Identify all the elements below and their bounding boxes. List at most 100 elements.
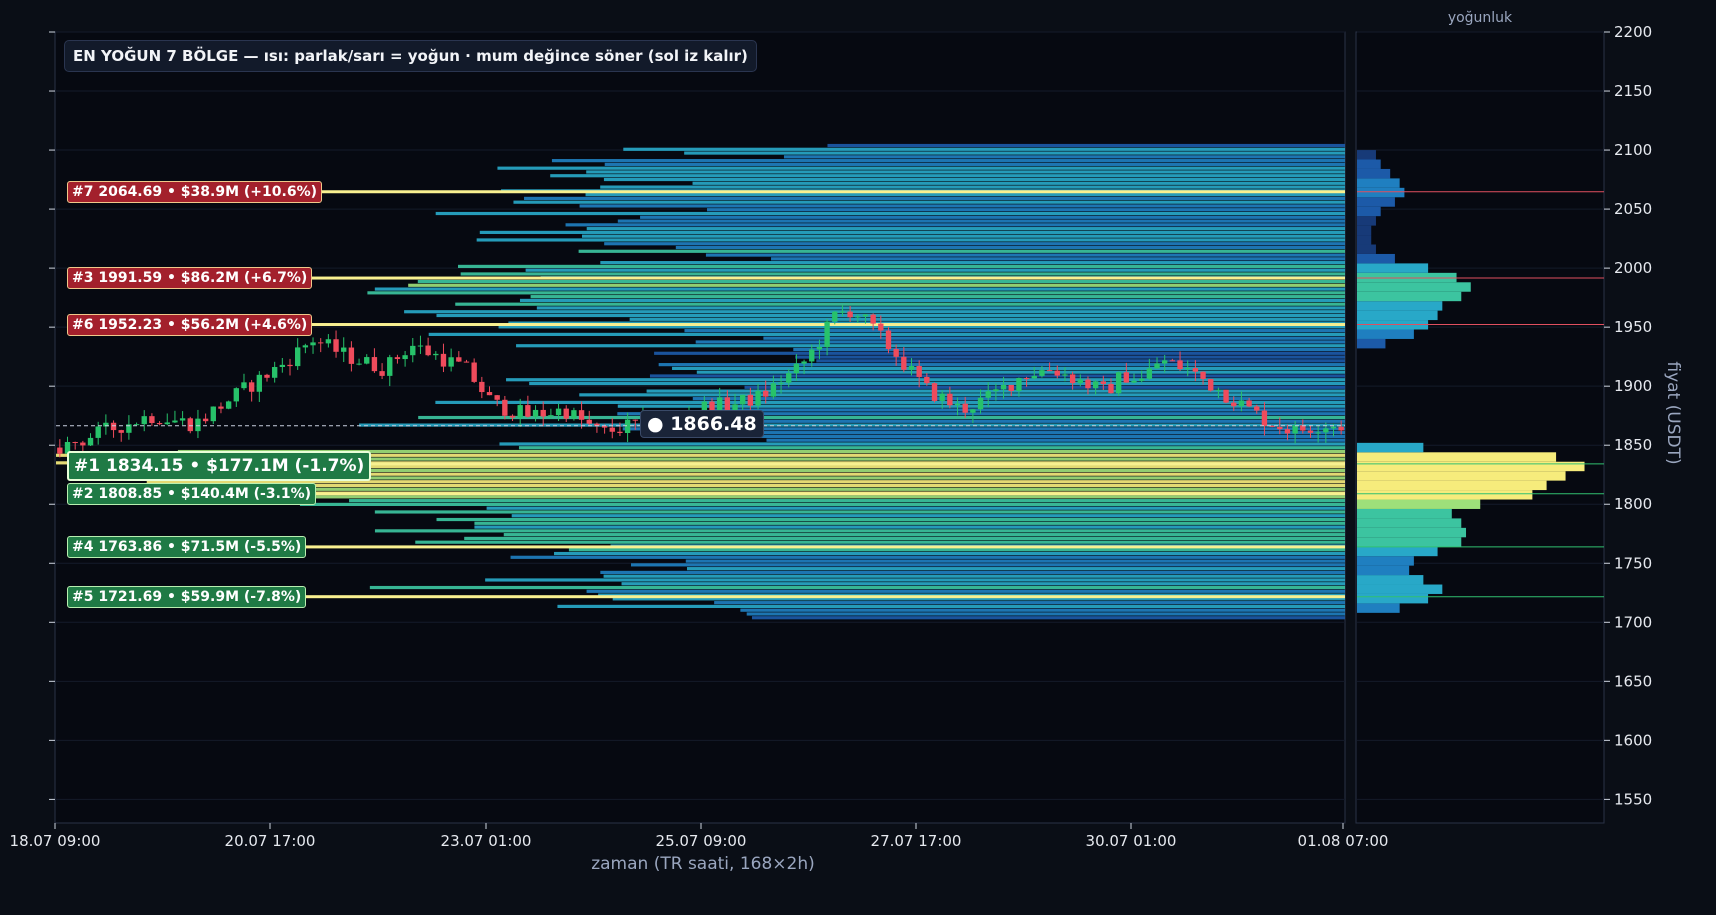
profile-bar [1357, 253, 1395, 264]
heat-band [581, 234, 1345, 238]
heat-band [436, 517, 1346, 522]
candle-body [1016, 378, 1022, 392]
heat-band [816, 359, 1345, 363]
heat-band [689, 419, 1345, 423]
heat-band [672, 366, 1345, 370]
candle-body [586, 419, 592, 424]
candle-body [993, 389, 999, 392]
y-tick-label: 2000 [1614, 259, 1652, 277]
profile-bar [1357, 442, 1424, 453]
x-tick-label: 18.07 09:00 [10, 832, 101, 850]
heat-band [795, 355, 1345, 359]
heat-band [617, 219, 1345, 223]
zone-highlight [236, 492, 1345, 496]
profile-bar [1357, 480, 1547, 491]
candle-body [179, 418, 186, 421]
heat-band [685, 559, 1345, 563]
heat-band [585, 193, 1345, 197]
heat-band [499, 442, 1345, 446]
heat-band [565, 223, 1345, 227]
candle-body [241, 382, 247, 389]
heat-band [242, 495, 1345, 499]
x-axis: 18.07 09:00 20.07 17:00 23.07 01:00 25.07 0… [10, 823, 1388, 850]
x-tick-label: 27.07 17:00 [871, 832, 962, 850]
candle-body [1000, 384, 1007, 390]
candle-body [141, 416, 147, 425]
candle-body [1108, 383, 1114, 394]
heat-band [516, 344, 1345, 348]
candle-body [517, 405, 523, 418]
heat-band [675, 245, 1345, 250]
heat-band [746, 612, 1345, 616]
candle-body [985, 391, 991, 398]
candle-body [916, 366, 922, 377]
candle-body [456, 357, 462, 362]
profile-bar [1357, 187, 1405, 198]
candle-body [1208, 378, 1214, 391]
zone-label-5: #5 1721.69 • $59.9M (-7.8%) [67, 585, 307, 608]
candle-body [364, 357, 370, 364]
candle-body [302, 345, 309, 348]
heat-band [374, 287, 1345, 291]
heat-band [766, 438, 1345, 442]
candle-body [463, 361, 470, 363]
candle-body [271, 367, 278, 378]
candle-body [172, 420, 178, 423]
candle-body [371, 357, 378, 372]
candle-body [264, 374, 270, 378]
candle-body [394, 357, 401, 360]
profile-title: yoğunluk [1448, 10, 1513, 26]
candle-body [410, 345, 416, 356]
heat-band [763, 336, 1345, 340]
candle-body [1292, 425, 1298, 434]
candle-body [80, 442, 86, 446]
y-tick-label: 1600 [1614, 731, 1652, 749]
profile-bar [1357, 537, 1462, 547]
candle-body [632, 419, 638, 421]
current-price-badge: ● 1866.48 [640, 409, 764, 438]
heat-band [603, 574, 1345, 578]
candle-body [816, 346, 823, 350]
profile-bar [1357, 518, 1462, 528]
heat-band [464, 536, 1345, 541]
candle-body [356, 363, 362, 365]
heat-band [530, 295, 1345, 299]
y-axis-label: fiyat (USDT) [1663, 361, 1683, 464]
candle-body [540, 409, 546, 417]
heat-band [604, 242, 1345, 246]
candle-body [962, 403, 968, 413]
heat-band [686, 567, 1345, 571]
heat-band [485, 578, 1345, 582]
heat-band [586, 589, 1345, 593]
candle-body [778, 382, 784, 384]
heat-band [600, 261, 1345, 265]
candle-body [1200, 371, 1206, 379]
profile-bar [1357, 556, 1414, 566]
candle-body [486, 392, 493, 396]
y-tick-label: 1800 [1614, 495, 1652, 513]
heat-band [476, 238, 1345, 242]
zone-label-1: #1 1834.15 • $177.1M (-1.7%) [67, 450, 372, 481]
y-tick-label: 2200 [1614, 23, 1652, 41]
heat-band [460, 272, 1345, 276]
heat-band [751, 616, 1345, 620]
y-tick-label: 2100 [1614, 141, 1652, 159]
y-tick-label: 2150 [1614, 82, 1652, 100]
heat-band [479, 230, 1346, 234]
y-tick-label: 1650 [1614, 672, 1652, 690]
candle-body [548, 415, 554, 417]
heat-band [503, 533, 1345, 537]
candle-body [256, 374, 263, 392]
candle-body [341, 347, 347, 352]
candle-body [1100, 381, 1106, 384]
profile-bar [1357, 499, 1481, 509]
x-tick-label: 30.07 01:00 [1086, 832, 1177, 850]
candle-body [747, 394, 754, 406]
y-tick-label: 1950 [1614, 318, 1652, 336]
candle-body [847, 311, 853, 318]
candle-body [502, 399, 508, 416]
candle-body [248, 382, 255, 392]
candle-body [970, 409, 976, 413]
heat-band [436, 313, 1346, 318]
candle-body [1085, 379, 1091, 389]
